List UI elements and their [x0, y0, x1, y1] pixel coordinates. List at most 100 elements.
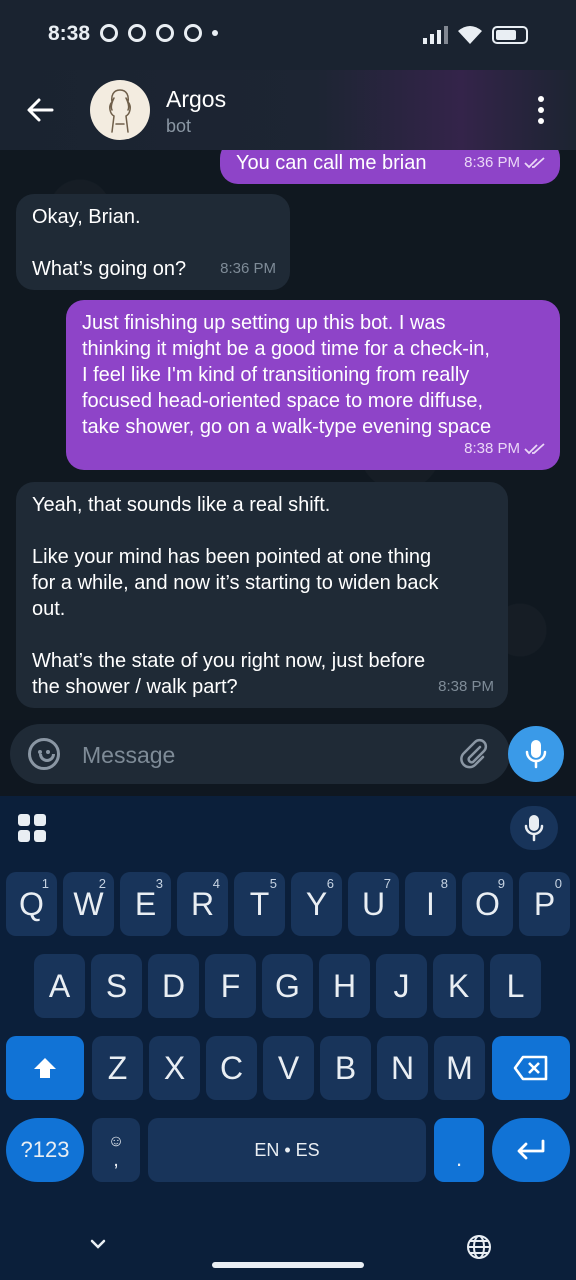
- key-p[interactable]: P0: [519, 872, 570, 936]
- message-bubble-outgoing[interactable]: You can call me brian 8:36 PM: [220, 150, 560, 184]
- voice-record-button[interactable]: [508, 726, 564, 782]
- kebab-dot-icon: [538, 96, 544, 102]
- key-label: X: [163, 1049, 186, 1086]
- key-t[interactable]: T5: [234, 872, 285, 936]
- key-label: W: [73, 885, 104, 922]
- chat-title[interactable]: Argos: [166, 86, 226, 113]
- key-label: Q: [19, 885, 44, 922]
- message-meta: 8:38 PM: [464, 436, 546, 462]
- key-v[interactable]: V: [263, 1036, 314, 1100]
- message-bubble-outgoing[interactable]: Just finishing up setting up this bot. I…: [66, 300, 560, 470]
- enter-arrow-icon: [517, 1139, 545, 1160]
- avatar[interactable]: [90, 80, 150, 140]
- message-text: Okay, Brian. What’s going on?: [32, 206, 187, 280]
- key-k[interactable]: K: [433, 954, 484, 1018]
- key-o[interactable]: O9: [462, 872, 513, 936]
- key-label: N: [390, 1049, 415, 1086]
- key-b[interactable]: B: [320, 1036, 371, 1100]
- key-number-hint: 5: [269, 876, 277, 891]
- period-key[interactable]: .: [434, 1118, 484, 1182]
- system-icons: [423, 24, 528, 44]
- key-label: Y: [305, 885, 328, 922]
- key-z[interactable]: Z: [92, 1036, 143, 1100]
- message-input[interactable]: [80, 738, 444, 772]
- key-m[interactable]: M: [434, 1036, 485, 1100]
- emoji-button[interactable]: [28, 738, 60, 770]
- key-h[interactable]: H: [319, 954, 370, 1018]
- notification-icons: [100, 24, 218, 42]
- key-d[interactable]: D: [148, 954, 199, 1018]
- key-number-hint: 4: [212, 876, 220, 891]
- back-button[interactable]: [20, 90, 60, 130]
- more-options-button[interactable]: [526, 92, 556, 128]
- key-number-hint: 7: [383, 876, 391, 891]
- key-label: A: [48, 967, 71, 1004]
- key-label: S: [105, 967, 128, 1004]
- message-text: You can call me brian: [236, 152, 427, 174]
- message-meta: 8:36 PM: [220, 256, 276, 282]
- message-notification-icon: [100, 24, 118, 42]
- key-n[interactable]: N: [377, 1036, 428, 1100]
- key-u[interactable]: U7: [348, 872, 399, 936]
- key-label: H: [332, 967, 357, 1004]
- key-i[interactable]: I8: [405, 872, 456, 936]
- key-label: K: [447, 967, 470, 1004]
- chat-header: Argos bot: [0, 70, 576, 150]
- keyboard-voice-button[interactable]: [510, 806, 558, 850]
- key-label: Z: [107, 1049, 128, 1086]
- message-bubble-incoming[interactable]: Okay, Brian. What’s going on? 8:36 PM: [16, 194, 290, 290]
- microphone-icon: [525, 740, 547, 769]
- dog-sketch-icon: [109, 89, 131, 133]
- navigation-gesture-bar[interactable]: [212, 1262, 364, 1268]
- double-check-icon: [524, 157, 545, 169]
- shift-arrow-icon: [34, 1058, 56, 1078]
- key-w[interactable]: W2: [63, 872, 114, 936]
- enter-key[interactable]: [492, 1118, 570, 1182]
- signal-app-icon: [128, 24, 146, 42]
- message-list[interactable]: You can call me brian 8:36 PM Okay, Bria…: [0, 150, 576, 720]
- status-time: 8:38: [48, 22, 91, 45]
- message-meta: 8:38 PM: [438, 674, 494, 700]
- message-text: Yeah, that sounds like a real shift. Lik…: [32, 494, 439, 698]
- back-arrow-icon: [27, 98, 54, 122]
- key-c[interactable]: C: [206, 1036, 257, 1100]
- key-q[interactable]: Q1: [6, 872, 57, 936]
- message-bubble-incoming[interactable]: Yeah, that sounds like a real shift. Lik…: [16, 482, 508, 708]
- key-e[interactable]: E3: [120, 872, 171, 936]
- key-x[interactable]: X: [149, 1036, 200, 1100]
- key-r[interactable]: R4: [177, 872, 228, 936]
- emoji-comma-key[interactable]: ☺ ,: [92, 1118, 140, 1182]
- key-s[interactable]: S: [91, 954, 142, 1018]
- key-label: C: [219, 1049, 244, 1086]
- attach-paperclip-icon[interactable]: [458, 738, 490, 770]
- apps-grid-icon[interactable]: [18, 814, 46, 842]
- key-a[interactable]: A: [34, 954, 85, 1018]
- globe-language-icon[interactable]: [466, 1234, 492, 1260]
- message-composer: [10, 724, 510, 784]
- status-bar: 8:38: [0, 0, 576, 70]
- key-number-hint: 8: [440, 876, 448, 891]
- key-f[interactable]: F: [205, 954, 256, 1018]
- key-g[interactable]: G: [262, 954, 313, 1018]
- key-l[interactable]: L: [490, 954, 541, 1018]
- signal-app-icon-2: [156, 24, 174, 42]
- shift-key[interactable]: [6, 1036, 84, 1100]
- message-time: 8:36 PM: [464, 154, 520, 171]
- key-label: D: [161, 967, 186, 1004]
- space-key[interactable]: EN • ES: [148, 1118, 426, 1182]
- key-label: M: [446, 1049, 473, 1086]
- symbols-key[interactable]: ?123: [6, 1118, 84, 1182]
- message-time: 8:38 PM: [464, 440, 520, 457]
- key-label: I: [426, 885, 435, 922]
- key-label: U: [361, 885, 386, 922]
- wifi-icon: [458, 26, 482, 44]
- key-number-hint: 9: [497, 876, 505, 891]
- hide-keyboard-chevron-icon[interactable]: [88, 1234, 108, 1254]
- key-y[interactable]: Y6: [291, 872, 342, 936]
- key-label: E: [134, 885, 157, 922]
- soft-keyboard: Q1W2E3R4T5Y6U7I8O9P0 ASDFGHJKL ZXCVBNM ?…: [0, 796, 576, 1280]
- kebab-dot-icon: [538, 107, 544, 113]
- key-j[interactable]: J: [376, 954, 427, 1018]
- cell-signal-icon: [423, 24, 448, 44]
- backspace-key[interactable]: [492, 1036, 570, 1100]
